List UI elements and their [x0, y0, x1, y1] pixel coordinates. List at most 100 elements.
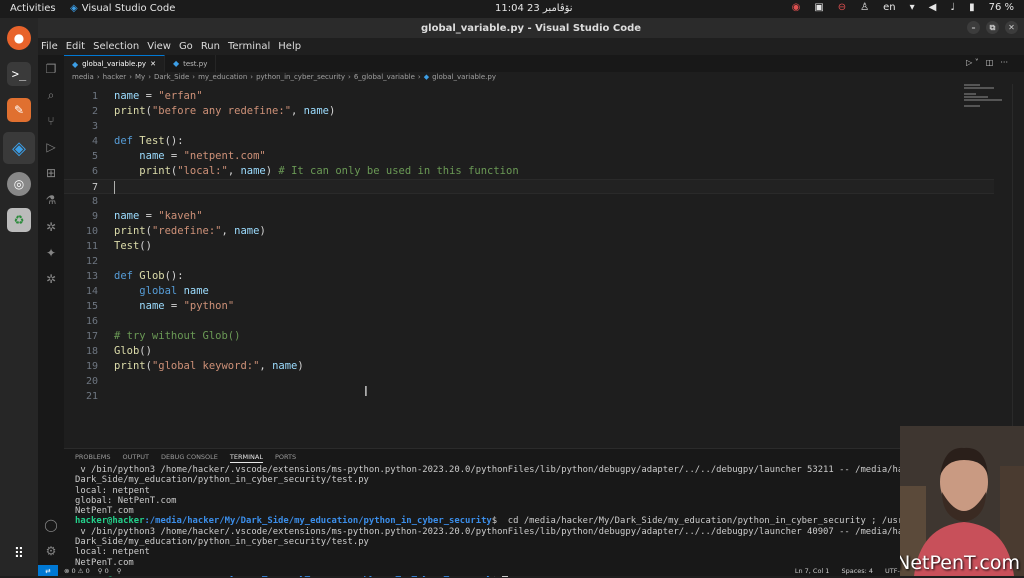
vscode-icon: ◈: [70, 3, 78, 14]
tab-debug-console[interactable]: DEBUG CONSOLE: [161, 453, 218, 463]
editor-actions: ▷ ˅ ◫ ···: [966, 58, 1008, 67]
openai-icon[interactable]: ✲: [43, 219, 59, 235]
code-line[interactable]: 2 print("before any redefine:", name): [64, 104, 994, 119]
tab-global-variable[interactable]: ◆ global_variable.py ✕: [64, 55, 165, 72]
terminal-icon[interactable]: >_: [7, 62, 31, 86]
breadcrumb-item[interactable]: my_education: [198, 73, 247, 81]
code-line[interactable]: 17 # try without Glob(): [64, 329, 994, 344]
breadcrumb-item[interactable]: global_variable.py: [432, 73, 496, 81]
code-line[interactable]: 21: [64, 389, 994, 404]
stop-icon[interactable]: ⊖: [838, 2, 846, 13]
terminal-output[interactable]: v /bin/python3 /home/hacker/.vscode/exte…: [75, 465, 909, 578]
breadcrumb-item[interactable]: Dark_Side: [154, 73, 189, 81]
account-icon[interactable]: ◯: [43, 517, 59, 533]
system-tray[interactable]: ◉ ▣ ⊖ ♙ en ▾ ◀ ♩ ▮ 76 %: [792, 2, 1014, 13]
more-actions-icon[interactable]: ···: [1000, 58, 1008, 67]
disk-icon[interactable]: ◎: [7, 172, 31, 196]
ports-count[interactable]: ⚲ 0: [98, 567, 109, 575]
language-indicator[interactable]: en: [883, 2, 896, 13]
code-line[interactable]: 20: [64, 374, 994, 389]
volume-icon[interactable]: ◀: [929, 2, 937, 13]
battery-level[interactable]: 76 %: [989, 2, 1014, 13]
menu-run[interactable]: Run: [201, 41, 220, 52]
run-debug-icon[interactable]: ▷: [43, 139, 59, 155]
problems-count[interactable]: ⊗ 0 ⚠ 0: [64, 567, 90, 575]
cursor-position[interactable]: Ln 7, Col 1: [795, 567, 830, 575]
app-grid-icon[interactable]: ⠿: [7, 542, 31, 566]
code-line[interactable]: 10 print("redefine:", name): [64, 224, 994, 239]
breadcrumb-item[interactable]: media: [72, 73, 94, 81]
firefox-icon[interactable]: ●: [7, 26, 31, 50]
menu-terminal[interactable]: Terminal: [228, 41, 270, 52]
code-line[interactable]: 12: [64, 254, 994, 269]
settings-gear-icon[interactable]: ⚙: [43, 543, 59, 559]
tab-terminal[interactable]: TERMINAL: [229, 453, 263, 463]
close-button[interactable]: ✕: [1005, 21, 1018, 34]
breadcrumb-item[interactable]: python_in_cyber_security: [256, 73, 345, 81]
minimap[interactable]: [964, 84, 1004, 114]
menu-go[interactable]: Go: [179, 41, 193, 52]
breadcrumb-item[interactable]: 6_global_variable: [354, 73, 415, 81]
code-line[interactable]: 9 name = "kaveh": [64, 209, 994, 224]
tab-test[interactable]: ◆ test.py: [165, 55, 217, 72]
menu-help[interactable]: Help: [278, 41, 301, 52]
code-text: global name: [139, 285, 209, 297]
tab-output[interactable]: OUTPUT: [122, 453, 149, 463]
code-editor[interactable]: 1 name = "erfan" 2 print("before any redefi…: [64, 84, 1024, 444]
line-number: 15: [85, 301, 98, 312]
breadcrumb-item[interactable]: hacker: [103, 73, 127, 81]
pin-icon[interactable]: ✦: [43, 245, 59, 261]
code-line[interactable]: 19 print("global keyword:", name): [64, 359, 994, 374]
menu-edit[interactable]: Edit: [66, 41, 85, 52]
close-tab-icon[interactable]: ✕: [150, 60, 156, 68]
code-line[interactable]: 3: [64, 119, 994, 134]
search-icon[interactable]: ⌕: [43, 87, 59, 103]
code-line[interactable]: 18 Glob(): [64, 344, 994, 359]
record-icon[interactable]: ◉: [792, 2, 801, 13]
code-line[interactable]: 1 name = "erfan": [64, 89, 994, 104]
accessibility-icon[interactable]: ♙: [860, 2, 869, 13]
copilot-icon[interactable]: ✲: [43, 271, 59, 287]
menu-file[interactable]: File: [41, 41, 58, 52]
testing-icon[interactable]: ⚗: [43, 192, 59, 208]
code-line[interactable]: 11 Test(): [64, 239, 994, 254]
maximize-button[interactable]: ⧉: [986, 21, 999, 34]
window-titlebar[interactable]: global_variable.py - Visual Studio Code …: [38, 18, 1024, 38]
tab-ports[interactable]: PORTS: [275, 453, 296, 463]
breadcrumb-item[interactable]: My: [135, 73, 145, 81]
code-line[interactable]: 6 print("local:", name) # It can only be…: [64, 164, 994, 179]
editor-scrollbar[interactable]: [1012, 84, 1024, 444]
minimize-button[interactable]: –: [967, 21, 980, 34]
code-line[interactable]: 13 def Glob():: [64, 269, 994, 284]
run-python-icon[interactable]: ▷ ˅: [966, 58, 979, 67]
extensions-icon[interactable]: ⊞: [43, 165, 59, 181]
broadcast-icon[interactable]: ⚲: [117, 567, 122, 575]
code-line[interactable]: 4 def Test():: [64, 134, 994, 149]
tab-problems[interactable]: PROBLEMS: [75, 453, 110, 463]
split-editor-icon[interactable]: ◫: [986, 58, 994, 67]
line-number: 10: [85, 226, 98, 237]
indentation[interactable]: Spaces: 4: [841, 567, 873, 575]
vscode-dock-icon[interactable]: ◈: [3, 132, 35, 164]
code-line[interactable]: 5 name = "netpent.com": [64, 149, 994, 164]
microphone-icon[interactable]: ♩: [950, 2, 955, 13]
code-line[interactable]: 15 name = "python": [64, 299, 994, 314]
battery-icon[interactable]: ▮: [969, 2, 975, 13]
clock[interactable]: 11:04 23 نۆڤامبر: [495, 3, 573, 14]
screenshot-icon[interactable]: ▣: [814, 2, 823, 13]
explorer-icon[interactable]: ❐: [43, 61, 59, 77]
code-line[interactable]: 16: [64, 314, 994, 329]
remote-indicator-icon[interactable]: ⇄: [38, 565, 58, 576]
menu-selection[interactable]: Selection: [93, 41, 139, 52]
source-control-icon[interactable]: ⑂: [43, 113, 59, 129]
code-line[interactable]: 7: [64, 179, 994, 194]
app-menu[interactable]: ◈ Visual Studio Code: [70, 3, 175, 14]
tab-label: global_variable.py: [82, 60, 147, 68]
trash-icon[interactable]: ♻: [7, 208, 31, 232]
wifi-icon[interactable]: ▾: [910, 2, 915, 13]
text-editor-icon[interactable]: ✎: [7, 98, 31, 122]
code-line[interactable]: 14 global name: [64, 284, 994, 299]
code-line[interactable]: 8: [64, 194, 994, 209]
activities-button[interactable]: Activities: [10, 3, 56, 14]
menu-view[interactable]: View: [147, 41, 171, 52]
